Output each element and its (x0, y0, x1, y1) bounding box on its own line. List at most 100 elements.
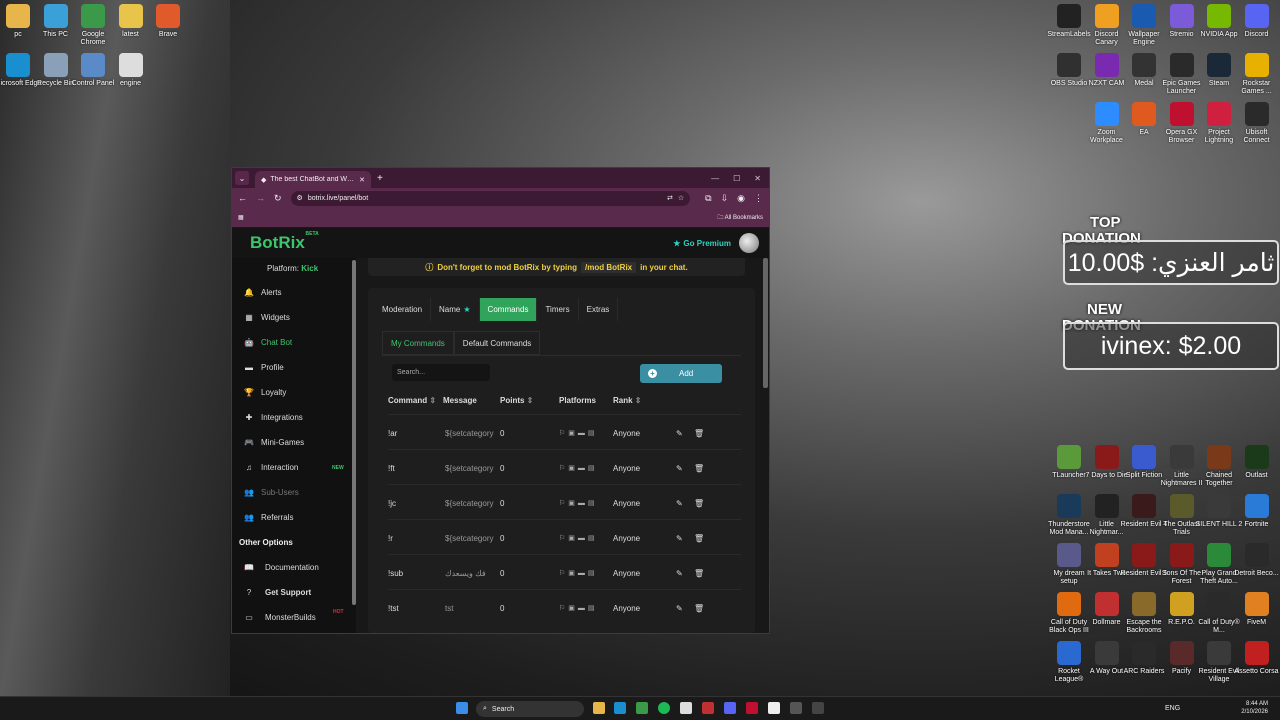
botrix-logo[interactable]: BotRix BETA (250, 231, 319, 253)
subtab-my-commands[interactable]: My Commands (382, 331, 454, 355)
desktop-game-shortcut-label: FiveM (1246, 619, 1267, 626)
sidebar-item-sub-users[interactable]: 👥 Sub-Users (232, 480, 356, 505)
address-bar[interactable]: ⚙ botrix.live/panel/bot ⇄ ☆ (290, 190, 691, 206)
widgets-icon: ▦ (245, 313, 253, 322)
sidebar-item-integrations[interactable]: ✚ Integrations (232, 405, 356, 430)
sidebar-item-label: Mini-Games (261, 438, 305, 447)
profile-icon[interactable]: ◉ (737, 193, 745, 204)
edit-icon[interactable]: ✎ (676, 464, 683, 473)
tab-name[interactable]: Name ★ (431, 298, 480, 321)
tab-moderation[interactable]: Moderation (374, 298, 432, 321)
tab-commands[interactable]: Commands (479, 298, 538, 321)
delete-icon[interactable]: 🗑 (694, 569, 704, 578)
desktop-left-shortcut[interactable]: Brave (144, 4, 192, 39)
maximize-icon[interactable]: ☐ (733, 174, 740, 183)
column-header-message[interactable]: Message (443, 396, 477, 405)
avatar[interactable] (739, 233, 759, 253)
search-input[interactable]: Search... (392, 364, 490, 381)
desktop-game-shortcut[interactable]: Outlast (1233, 445, 1280, 480)
start-icon[interactable] (456, 702, 468, 714)
edit-icon[interactable]: ✎ (676, 569, 683, 578)
delete-icon[interactable]: 🗑 (694, 464, 704, 473)
sidebar-item-monsterbuilds[interactable]: ▭ MonsterBuilds HOT (232, 605, 356, 630)
edit-icon[interactable]: ✎ (676, 429, 683, 438)
sidebar-scrollbar[interactable] (352, 260, 356, 605)
new-tab-icon[interactable]: + (377, 173, 383, 184)
edit-icon[interactable]: ✎ (676, 499, 683, 508)
apps-grid-icon[interactable]: ▦ (238, 214, 244, 221)
edge-icon[interactable] (614, 702, 626, 714)
all-bookmarks[interactable]: 🗀 All Bookmarks (717, 213, 763, 223)
terminal-icon[interactable] (812, 702, 824, 714)
page-scrollbar[interactable] (763, 258, 768, 388)
capcut-icon[interactable] (768, 702, 780, 714)
file-explorer-icon[interactable] (593, 702, 605, 714)
banner-text-end: in your chat. (640, 262, 688, 272)
settings-icon[interactable] (790, 702, 802, 714)
opera-icon[interactable] (746, 702, 758, 714)
column-header-points[interactable]: Points ⇕ (500, 396, 533, 405)
spotify-icon[interactable] (658, 702, 670, 714)
sidebar-item-alerts[interactable]: 🔔 Alerts (232, 280, 356, 305)
desktop-game-shortcut[interactable]: FiveM (1233, 592, 1280, 627)
minimize-icon[interactable]: — (711, 174, 719, 183)
subtab-default-commands[interactable]: Default Commands (453, 331, 541, 355)
extensions-icon[interactable]: ⧉ (705, 193, 711, 204)
tab-search-icon[interactable]: ⌄ (235, 171, 249, 185)
desktop-right-shortcut[interactable]: Rockstar Games ... (1233, 53, 1280, 96)
column-header-command[interactable]: Command ⇕ (388, 396, 436, 405)
downloads-icon[interactable]: ⇩ (721, 193, 729, 204)
browser-tab[interactable]: ◆ The best ChatBot and Widgets ✕ (255, 171, 371, 188)
sidebar-item-documentation[interactable]: 📖 Documentation (232, 555, 356, 580)
notepad-icon[interactable] (680, 702, 692, 714)
table-row: !tst tst 0 ⚐▣▬▤ Anyone ✎ 🗑 (388, 589, 741, 624)
add-command-button[interactable]: + Add (640, 364, 722, 383)
back-icon[interactable]: ← (238, 193, 247, 203)
menu-icon[interactable]: ⋮ (754, 193, 763, 204)
sidebar-item-profile[interactable]: ▬ Profile (232, 355, 356, 380)
sidebar-item-mini-games[interactable]: 🎮 Mini-Games (232, 430, 356, 455)
bookmark-star-icon[interactable]: ☆ (678, 194, 684, 202)
brave-icon (156, 4, 180, 28)
edit-icon[interactable]: ✎ (676, 534, 683, 543)
close-tab-icon[interactable]: ✕ (359, 176, 365, 184)
edit-icon[interactable]: ✎ (676, 604, 683, 613)
go-premium-button[interactable]: ★ Go Premium (673, 239, 731, 248)
site-favicon-icon: ◆ (261, 176, 267, 184)
site-info-icon[interactable]: ⚙ (297, 194, 303, 202)
forward-icon[interactable]: → (256, 193, 265, 203)
delete-icon[interactable]: 🗑 (694, 604, 704, 613)
language-indicator[interactable]: ENG (1165, 705, 1180, 712)
sidebar-item-referrals[interactable]: 👥 Referrals (232, 505, 356, 530)
delete-icon[interactable]: 🗑 (694, 534, 704, 543)
close-window-icon[interactable]: ✕ (754, 174, 761, 183)
reload-icon[interactable]: ↻ (274, 193, 282, 204)
taskbar-search[interactable]: ⌕ Search (476, 701, 584, 717)
column-header-platforms[interactable]: Platforms (559, 396, 596, 405)
sidebar-item-widgets[interactable]: ▦ Widgets (232, 305, 356, 330)
clock[interactable]: 8:44 AM 2/10/2026 (1241, 700, 1268, 716)
platforms-icons: ⚐▣▬▤ (559, 465, 598, 472)
rank-cell: Anyone (613, 429, 641, 438)
tab-title: The best ChatBot and Widgets (270, 176, 355, 183)
sidebar-item-interaction[interactable]: ♫ Interaction NEW (232, 455, 356, 480)
column-header-rank[interactable]: Rank ⇕ (613, 396, 642, 405)
translate-icon[interactable]: ⇄ (667, 194, 673, 202)
new-donation-value: ivinex: $2.00 (1100, 331, 1242, 360)
sidebar-item-loyalty[interactable]: 🏆 Loyalty (232, 380, 356, 405)
chrome-icon[interactable] (636, 702, 648, 714)
app-icon[interactable] (702, 702, 714, 714)
desktop-left-shortcut[interactable]: engine (107, 53, 155, 88)
desktop-right-shortcut[interactable]: Ubisoft Connect (1233, 102, 1280, 145)
desktop-game-shortcut[interactable]: Fortnite (1233, 494, 1280, 529)
desktop-right-shortcut[interactable]: Discord (1233, 4, 1280, 39)
tab-extras[interactable]: Extras (579, 298, 619, 321)
delete-icon[interactable]: 🗑 (694, 429, 704, 438)
sidebar-item-get-support[interactable]: ? Get Support (232, 580, 356, 605)
discord-icon[interactable] (724, 702, 736, 714)
sidebar-item-chat-bot[interactable]: 🤖 Chat Bot (232, 330, 356, 355)
tab-timers[interactable]: Timers (537, 298, 579, 321)
delete-icon[interactable]: 🗑 (694, 499, 704, 508)
desktop-game-shortcut[interactable]: Assetto Corsa (1233, 641, 1280, 676)
desktop-game-shortcut[interactable]: Detroit Beco... (1233, 543, 1280, 578)
